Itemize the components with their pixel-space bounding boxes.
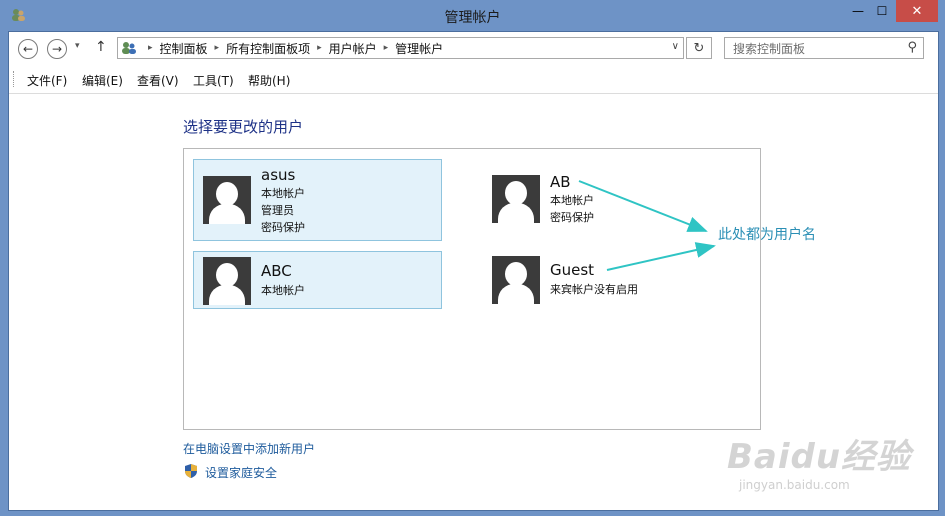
- breadcrumb-all-items[interactable]: 所有控制面板项: [226, 40, 310, 57]
- account-name: ABC: [261, 262, 292, 280]
- account-name: asus: [261, 166, 296, 184]
- account-type: 本地帐户: [550, 194, 594, 207]
- account-type: 本地帐户: [261, 284, 305, 297]
- recent-locations-dropdown[interactable]: ▾: [75, 41, 80, 51]
- address-bar[interactable]: ▸ 控制面板 ▸ 所有控制面板项 ▸ 用户帐户 ▸ 管理帐户 ∨: [117, 37, 684, 59]
- account-role: 管理员: [261, 204, 294, 217]
- window: 管理帐户 — ☐ ✕ ← → ▾ ↑ ▸ 控制面板 ▸ 所有控制面板项 ▸ 用户…: [0, 0, 945, 516]
- account-password: 密码保护: [261, 221, 305, 234]
- account-type: 本地帐户: [261, 187, 305, 200]
- watermark-brand: Baidu经验: [727, 437, 912, 477]
- account-list: asus 本地帐户 管理员 密码保护 AB 本地帐户 密码保护 ABC 本地帐户: [183, 148, 761, 430]
- breadcrumb-user-accounts[interactable]: 用户帐户: [329, 40, 377, 57]
- page-heading: 选择要更改的用户: [183, 118, 304, 136]
- family-safety-link[interactable]: 设置家庭安全: [205, 464, 277, 481]
- watermark-url: jingyan.baidu.com: [739, 478, 850, 492]
- add-user-link[interactable]: 在电脑设置中添加新用户: [183, 440, 315, 457]
- watermark: Baidu经验 jingyan.baidu.com: [727, 429, 911, 492]
- menu-edit[interactable]: 编辑(E): [82, 72, 123, 89]
- account-name: Guest: [550, 261, 595, 279]
- navigation-bar: ← → ▾ ↑ ▸ 控制面板 ▸ 所有控制面板项 ▸ 用户帐户 ▸ 管理帐户 ∨…: [9, 32, 938, 66]
- search-input[interactable]: 搜索控制面板 ⚲: [724, 37, 924, 59]
- user-avatar-icon: [203, 176, 251, 224]
- title-bar[interactable]: 管理帐户 — ☐ ✕: [0, 0, 945, 30]
- annotation-label: 此处都为用户名: [718, 227, 816, 243]
- search-placeholder: 搜索控制面板: [733, 41, 806, 56]
- breadcrumb-control-panel[interactable]: 控制面板: [160, 40, 208, 57]
- user-avatar-icon: [492, 256, 540, 304]
- search-icon[interactable]: ⚲: [907, 40, 917, 55]
- user-avatar-icon: [203, 257, 251, 305]
- account-status: 来宾帐户没有启用: [550, 283, 638, 296]
- menu-help[interactable]: 帮助(H): [248, 72, 290, 89]
- address-dropdown-icon[interactable]: ∨: [672, 41, 679, 52]
- minimize-button[interactable]: —: [846, 0, 870, 22]
- breadcrumb-manage-accounts[interactable]: 管理帐户: [395, 40, 443, 57]
- back-button[interactable]: ←: [18, 39, 38, 59]
- menu-view[interactable]: 查看(V): [137, 72, 179, 89]
- control-panel-icon: [122, 42, 136, 54]
- menu-file[interactable]: 文件(F): [27, 72, 67, 89]
- account-card-guest[interactable]: Guest 来宾帐户没有启用: [484, 251, 733, 309]
- breadcrumb-separator[interactable]: ▸: [317, 43, 322, 53]
- content-area: 选择要更改的用户 asus 本地帐户 管理员 密码保护 AB 本地帐户 密码保护: [9, 94, 938, 510]
- account-card-abc[interactable]: ABC 本地帐户: [193, 251, 442, 309]
- up-button[interactable]: ↑: [95, 39, 107, 55]
- forward-button[interactable]: →: [47, 39, 67, 59]
- account-card-asus[interactable]: asus 本地帐户 管理员 密码保护: [193, 159, 442, 241]
- maximize-button[interactable]: ☐: [870, 0, 894, 22]
- menu-bar: 文件(F) 编辑(E) 查看(V) 工具(T) 帮助(H): [9, 66, 938, 94]
- close-button[interactable]: ✕: [896, 0, 938, 22]
- explorer-frame: ← → ▾ ↑ ▸ 控制面板 ▸ 所有控制面板项 ▸ 用户帐户 ▸ 管理帐户 ∨…: [8, 31, 939, 511]
- menu-tools[interactable]: 工具(T): [193, 72, 234, 89]
- window-title: 管理帐户: [444, 10, 501, 26]
- menu-grip: [13, 71, 16, 87]
- account-card-ab[interactable]: AB 本地帐户 密码保护: [484, 159, 733, 241]
- breadcrumb-separator[interactable]: ▸: [215, 43, 220, 53]
- breadcrumb-separator[interactable]: ▸: [384, 43, 389, 53]
- user-avatar-icon: [492, 175, 540, 223]
- shield-icon: [185, 464, 197, 478]
- refresh-button[interactable]: ↻: [686, 37, 712, 59]
- account-name: AB: [550, 173, 571, 191]
- breadcrumb-separator: ▸: [148, 43, 153, 53]
- account-password: 密码保护: [550, 211, 594, 224]
